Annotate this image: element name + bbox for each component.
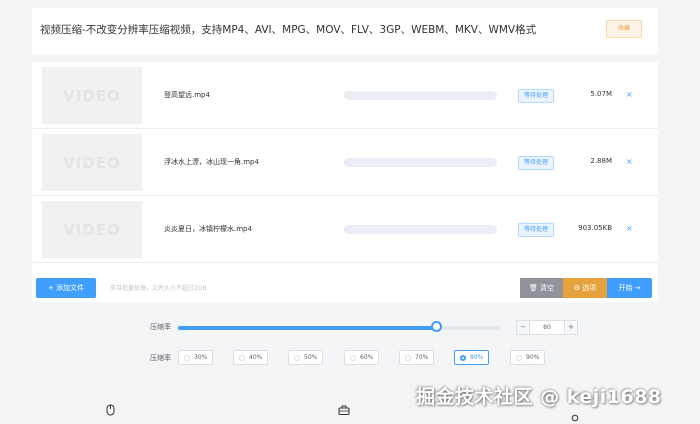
options-button[interactable]: ⚙ 选项 (563, 278, 607, 298)
status-badge: 等待处理 (518, 156, 554, 170)
preset-option[interactable]: 70% (399, 350, 434, 365)
video-thumbnail: VIDEO (42, 134, 142, 191)
file-progress-bar (344, 91, 497, 100)
file-progress-bar (344, 225, 497, 234)
preset-option[interactable]: 90% (510, 350, 545, 365)
file-list-panel: VIDEO 登高望远.mp4 等待处理 5.07M × VIDEO 浮冰水上漂，… (32, 62, 658, 302)
video-thumbnail: VIDEO (42, 67, 142, 124)
preset-label: 60% (360, 354, 374, 361)
decrease-button[interactable]: − (517, 321, 530, 334)
file-name: 浮冰水上漂，冰山现一角.mp4 (164, 158, 259, 166)
video-thumbnail-label: VIDEO (63, 154, 121, 172)
video-thumbnail-label: VIDEO (63, 221, 121, 239)
file-progress-bar (344, 158, 497, 167)
increase-button[interactable]: + (564, 321, 577, 334)
compression-slider[interactable] (178, 326, 500, 330)
preset-option[interactable]: 50% (288, 350, 323, 365)
remove-file-icon[interactable]: × (626, 223, 633, 235)
file-row: VIDEO 登高望远.mp4 等待处理 5.07M × (32, 62, 658, 129)
radio-icon (460, 355, 466, 361)
file-size: 5.07M (590, 90, 612, 98)
radio-icon (405, 355, 411, 361)
preset-label: 70% (415, 354, 429, 361)
file-size: 2.88M (590, 157, 612, 165)
radio-icon (516, 355, 522, 361)
file-row: VIDEO 浮冰水上漂，冰山现一角.mp4 等待处理 2.88M × (32, 129, 658, 196)
briefcase-icon[interactable] (338, 405, 350, 415)
status-badge: 等待处理 (518, 223, 554, 237)
link-icon[interactable] (571, 414, 579, 422)
mouse-icon[interactable] (106, 404, 115, 416)
compression-slider-fill (178, 326, 436, 330)
compression-presets-label: 压缩率 (150, 354, 171, 362)
compression-stepper[interactable]: − 80 + (516, 320, 578, 335)
start-button[interactable]: 开始 → (607, 278, 652, 298)
file-row: VIDEO 炎炎夏日，冰镇柠檬水.mp4 等待处理 903.05KB × (32, 196, 658, 263)
preset-label: 50% (304, 354, 318, 361)
remove-file-icon[interactable]: × (626, 156, 633, 168)
clear-button[interactable]: 🗑 清空 (520, 278, 563, 298)
file-toolbar: + 添加文件 支持批量处理，文件大小不超过2GB 🗑 清空 ⚙ 选项 开始 → (32, 268, 658, 302)
preset-label: 90% (526, 354, 540, 361)
compression-value[interactable]: 80 (530, 321, 564, 334)
preset-option[interactable]: 30% (178, 350, 213, 365)
compression-rate-label: 压缩率 (150, 323, 171, 331)
video-thumbnail-label: VIDEO (63, 87, 121, 105)
upload-hint: 支持批量处理，文件大小不超过2GB (110, 285, 207, 292)
radio-icon (350, 355, 356, 361)
file-name: 炎炎夏日，冰镇柠檬水.mp4 (164, 225, 252, 233)
page-title: 视频压缩-不改变分辨率压缩视频，支持MP4、AVI、MPG、MOV、FLV、3G… (40, 24, 537, 36)
favorite-button[interactable]: 收藏 (606, 20, 642, 38)
radio-icon (239, 355, 245, 361)
file-name: 登高望远.mp4 (164, 91, 210, 99)
preset-option-selected[interactable]: 80% (454, 350, 489, 365)
watermark: 掘金技术社区 @ keji1688 (416, 386, 662, 408)
page-header: 视频压缩-不改变分辨率压缩视频，支持MP4、AVI、MPG、MOV、FLV、3G… (32, 8, 658, 54)
radio-icon (184, 355, 190, 361)
preset-label: 80% (470, 354, 484, 361)
preset-label: 30% (194, 354, 208, 361)
preset-label: 40% (249, 354, 263, 361)
preset-option[interactable]: 60% (344, 350, 379, 365)
video-thumbnail: VIDEO (42, 201, 142, 258)
status-badge: 等待处理 (518, 89, 554, 103)
radio-icon (294, 355, 300, 361)
remove-file-icon[interactable]: × (626, 89, 633, 101)
compression-slider-handle[interactable] (431, 321, 442, 332)
file-size: 903.05KB (578, 224, 612, 232)
preset-option[interactable]: 40% (233, 350, 268, 365)
add-file-button[interactable]: + 添加文件 (36, 278, 96, 298)
